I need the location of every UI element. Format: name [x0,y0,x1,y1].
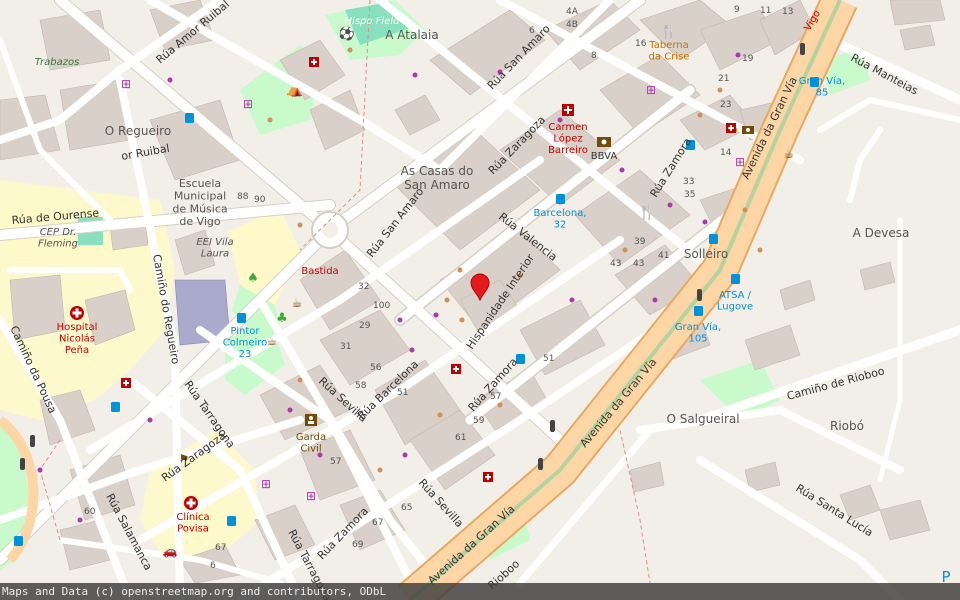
svg-text:39: 39 [634,237,646,247]
svg-text:33: 33 [683,177,694,187]
svg-text:67: 67 [372,518,383,528]
bus-stop-icon [227,516,236,526]
shop-icon: ⊞ [261,477,271,491]
svg-text:32: 32 [358,282,369,292]
bus-stop-icon [14,536,23,546]
svg-text:21: 21 [718,74,729,84]
svg-text:51: 51 [397,388,408,398]
svg-text:100: 100 [373,301,390,311]
bus-stop-label: ATSA / Lugove [717,290,753,313]
svg-text:43: 43 [610,259,621,269]
svg-text:19: 19 [742,54,754,64]
svg-text:41: 41 [658,251,669,261]
svg-text:58: 58 [355,381,367,391]
restaurant-icon: 🍴 [638,204,655,221]
svg-text:59: 59 [473,416,485,426]
poi-label: Hispo Field [345,16,401,27]
school-label: Escuela Municipal de Música de Vigo [172,177,227,228]
pharmacy-icon [726,123,736,133]
bus-stop-icon [111,402,120,412]
pharmacy-icon [451,364,461,374]
cafe-icon: ☕ [784,147,795,161]
svg-text:14: 14 [720,148,732,158]
poi-label: Clínica Povisa [176,511,209,535]
svg-text:16: 16 [635,39,647,49]
clinica-povisa-icon[interactable] [184,496,198,510]
svg-text:43: 43 [633,259,644,269]
playground-icon: ♠ [247,271,259,286]
svg-text:4B: 4B [566,20,578,30]
map-attribution[interactable]: Maps and Data (c) openstreetmap.org and … [0,583,960,600]
svg-text:56: 56 [370,363,382,373]
playground-icon: ♣ [276,311,288,326]
pitch-icon: ⚽ [338,26,355,42]
hospital-nicolas-pena-icon[interactable] [70,306,84,320]
bus-stop-icon [185,113,194,123]
place-label: Solleiro [684,247,728,261]
svg-text:31: 31 [340,342,351,352]
bus-stop-icon [709,234,718,244]
svg-text:88: 88 [237,192,249,202]
car-icon: 🚗 [163,544,178,558]
bank-icon [742,126,754,134]
bus-stop-icon[interactable] [237,313,246,323]
poi-label: Taberna da Crise [648,40,689,63]
pharmacy-icon [483,472,493,482]
svg-text:13: 13 [782,7,793,17]
pharmacy-icon [309,57,319,67]
svg-text:60: 60 [84,507,96,517]
svg-text:23: 23 [720,100,731,110]
shop-icon: ⊞ [121,77,131,91]
map-canvas[interactable]: 🍴 🍴 ⚽ ♣ ♠ ⛺ ☕ ☕ ☕ ⚑ ⊞ ⊞ ⊞ ⊞ ⊞ ⊞ 🚗 Rúa de… [0,0,960,600]
school-label: EEI Vila Laura [196,237,233,260]
cafe-icon: ☕ [292,296,303,310]
police-icon[interactable] [305,414,317,426]
place-label: A Atalaia [385,28,438,42]
pharmacy-icon[interactable] [562,104,574,116]
svg-text:11: 11 [760,6,771,16]
bus-stop-icon[interactable] [556,194,565,204]
svg-text:6: 6 [529,26,535,36]
svg-text:29: 29 [359,321,371,331]
place-label: Riobó [830,419,864,433]
poi-label: BBVA [591,151,618,162]
picnic-icon: ⛺ [287,83,303,98]
shop-icon: ⊞ [243,97,253,111]
place-label: O Salgueiral [666,412,739,426]
svg-text:69: 69 [352,540,364,550]
svg-text:8: 8 [591,51,597,61]
place-label: Trabazos [35,57,80,68]
school-label: CEP Dr. Fleming [38,227,78,250]
svg-text:9: 9 [734,5,740,15]
restaurant-icon[interactable]: 🍴 [660,23,677,40]
svg-text:57: 57 [330,457,341,467]
place-label: Bastida [301,266,338,277]
place-label: O Regueiro [105,124,171,138]
svg-text:57: 57 [490,392,501,402]
shop-icon: ⊞ [646,83,656,97]
pharmacy-icon [121,378,131,388]
svg-text:51: 51 [543,354,554,364]
svg-text:67: 67 [215,543,226,553]
svg-text:6: 6 [210,561,216,571]
svg-text:4A: 4A [566,7,579,17]
svg-text:35: 35 [684,190,695,200]
cafe-icon: ☕ [267,334,278,348]
place-label: A Devesa [853,226,910,240]
bank-icon[interactable] [597,137,611,147]
svg-text:90: 90 [254,195,266,205]
poi-label: Garda Civil [296,432,326,455]
poi-label: Carmen López Barreiro [548,122,588,156]
bus-stop-icon[interactable] [694,306,703,316]
svg-text:61: 61 [455,433,466,443]
place-label: As Casas do San Amaro [401,164,474,192]
bus-stop-icon[interactable] [731,274,740,284]
svg-text:65: 65 [401,503,412,513]
shop-icon: ⊞ [306,489,316,503]
